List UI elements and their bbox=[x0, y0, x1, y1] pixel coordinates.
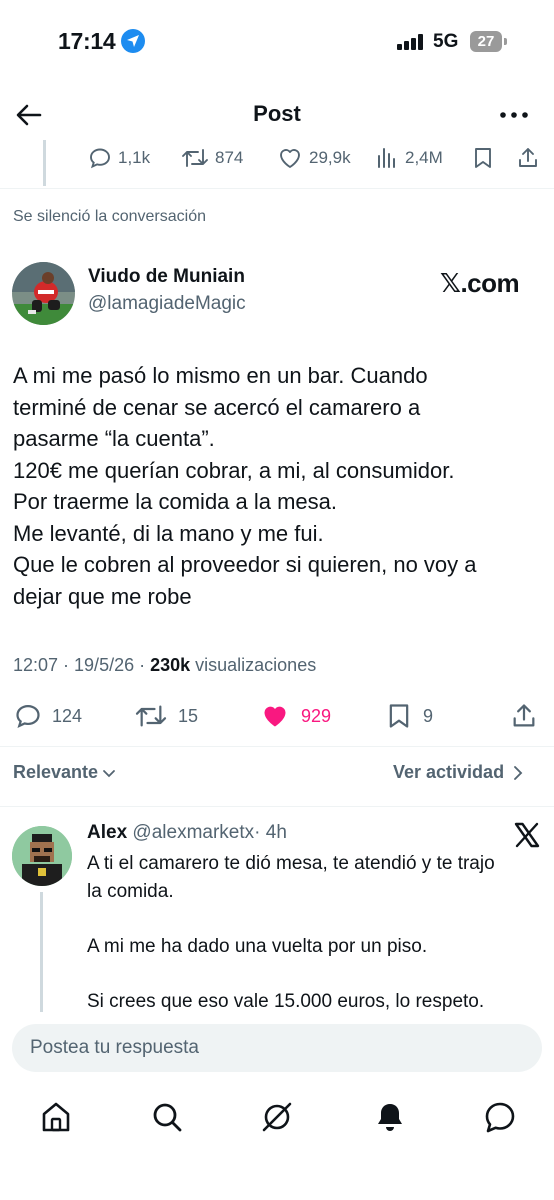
divider bbox=[0, 806, 554, 807]
signal-bars-icon bbox=[397, 34, 427, 55]
reply-line: Si crees que eso vale 15.000 euros, lo r… bbox=[87, 990, 485, 1012]
notifications-bell-icon[interactable] bbox=[373, 1100, 407, 1134]
reply-count: 124 bbox=[52, 705, 83, 726]
like-button[interactable]: 929 bbox=[259, 700, 331, 732]
reply-line: A mi me ha dado una vuelta por un piso. bbox=[87, 935, 428, 957]
battery-icon: 27 bbox=[470, 31, 502, 52]
reply-compose-input[interactable] bbox=[12, 1024, 542, 1072]
muted-conversation-note: Se silenció la conversación bbox=[13, 208, 206, 225]
bookmark-icon bbox=[475, 148, 491, 168]
like-button[interactable]: 29,9k bbox=[277, 144, 351, 172]
heart-icon bbox=[280, 149, 300, 168]
tweet-views-count[interactable]: 230k bbox=[150, 655, 190, 675]
tweet-text: A mi me pasó lo mismo en un bar. Cuando … bbox=[13, 360, 543, 612]
x-logo-icon bbox=[514, 822, 540, 848]
repost-count: 15 bbox=[178, 705, 199, 726]
reply-icon bbox=[90, 148, 110, 169]
reply-line: A ti el camarero te dió mesa, te atendió… bbox=[87, 853, 495, 874]
bookmark-button[interactable]: 9 bbox=[385, 700, 433, 732]
status-time: 17:14 bbox=[58, 28, 116, 54]
home-icon[interactable] bbox=[39, 1100, 73, 1134]
author-avatar[interactable] bbox=[12, 262, 75, 325]
repost-icon bbox=[135, 705, 167, 727]
share-button[interactable] bbox=[510, 700, 548, 732]
page-title: Post bbox=[253, 101, 301, 126]
reply-button[interactable]: 1,1k bbox=[88, 144, 150, 172]
post-header: Post bbox=[0, 90, 554, 140]
repost-icon bbox=[182, 149, 208, 167]
repost-button[interactable]: 874 bbox=[181, 144, 243, 172]
share-button[interactable] bbox=[516, 144, 546, 172]
reply-header: Alex @alexmarketx· 4h bbox=[87, 822, 287, 844]
reply-author-handle[interactable]: @alexmarketx bbox=[132, 822, 254, 843]
tweet-line: A mi me pasó lo mismo en un bar. Cuando bbox=[13, 363, 428, 388]
reply-count: 1,1k bbox=[118, 148, 151, 167]
tab-bar bbox=[0, 1100, 554, 1140]
bookmark-icon bbox=[389, 704, 409, 728]
battery-cap bbox=[504, 38, 507, 45]
network-type: 5G bbox=[433, 31, 459, 52]
tweet-line: pasarme “la cuenta”. bbox=[13, 426, 215, 451]
tweet-line: terminé de cenar se acercó el camarero a bbox=[13, 394, 421, 420]
tweet-meta: 12:07 · 19/5/26 · 230k visualizaciones bbox=[13, 655, 316, 676]
chevron-right-icon bbox=[514, 765, 523, 780]
tweet-line: Que le cobren al proveedor si quieren, n… bbox=[13, 552, 477, 577]
bookmark-button[interactable] bbox=[472, 144, 500, 172]
reply-icon bbox=[16, 704, 40, 728]
tweet-views-label: visualizaciones bbox=[190, 655, 317, 675]
divider bbox=[0, 746, 554, 747]
chevron-down-icon bbox=[103, 769, 115, 777]
like-count: 29,9k bbox=[309, 148, 351, 167]
share-icon bbox=[519, 148, 537, 167]
bottom-bar bbox=[0, 1012, 554, 1200]
repost-count: 874 bbox=[215, 148, 244, 167]
tweet-line: Por traerme la comida a la mesa. bbox=[13, 489, 338, 514]
battery-level: 27 bbox=[477, 33, 495, 50]
location-arrow-icon bbox=[121, 29, 145, 53]
search-icon[interactable] bbox=[150, 1100, 184, 1134]
ver-actividad-link[interactable]: Ver actividad bbox=[393, 762, 524, 783]
like-count: 929 bbox=[301, 705, 332, 726]
reply-author-name[interactable]: Alex bbox=[87, 822, 127, 843]
xcom-badge: 𝕏.com bbox=[440, 268, 520, 298]
ver-actividad-label: Ver actividad bbox=[393, 762, 505, 782]
reply-line: la comida. bbox=[87, 880, 174, 902]
reply-time: · 4h bbox=[254, 822, 287, 843]
reply-text: A ti el camarero te dió mesa, te atendió… bbox=[87, 850, 537, 1015]
sort-relevante-label: Relevante bbox=[13, 762, 99, 782]
divider bbox=[0, 188, 554, 189]
thread-line bbox=[40, 892, 43, 1020]
bookmark-count: 9 bbox=[423, 705, 434, 726]
share-icon bbox=[513, 704, 535, 727]
views-button[interactable]: 2,4M bbox=[375, 144, 443, 172]
sort-relevante-dropdown[interactable]: Relevante bbox=[13, 762, 116, 783]
repost-button[interactable]: 15 bbox=[134, 700, 198, 732]
author-name[interactable]: Viudo de Muniain bbox=[88, 266, 245, 288]
tweet-line: Me levanté, di la mano y me fui. bbox=[13, 520, 324, 546]
heart-filled-icon bbox=[264, 706, 286, 727]
views-bar-icon bbox=[378, 148, 395, 168]
views-count: 2,4M bbox=[405, 148, 443, 167]
author-handle[interactable]: @lamagiadeMagic bbox=[88, 293, 246, 315]
more-options-icon[interactable] bbox=[498, 100, 530, 130]
tweet-line: dejar que me robe bbox=[13, 583, 192, 609]
tweet-line: 120€ me querían cobrar, a mi, al consumi… bbox=[13, 457, 455, 483]
reply-button[interactable]: 124 bbox=[14, 700, 82, 732]
grok-icon[interactable] bbox=[260, 1100, 294, 1134]
tweet-timestamp: 12:07 · 19/5/26 · bbox=[13, 655, 151, 675]
previous-tweet-actions: 1,1k 874 29,9k 2,4M bbox=[0, 144, 554, 174]
messages-icon[interactable] bbox=[483, 1100, 517, 1134]
reply-avatar[interactable] bbox=[12, 826, 72, 886]
tweet-actions: 124 15 929 9 bbox=[0, 700, 554, 732]
status-bar: 17:14 5G 27 bbox=[0, 0, 554, 80]
